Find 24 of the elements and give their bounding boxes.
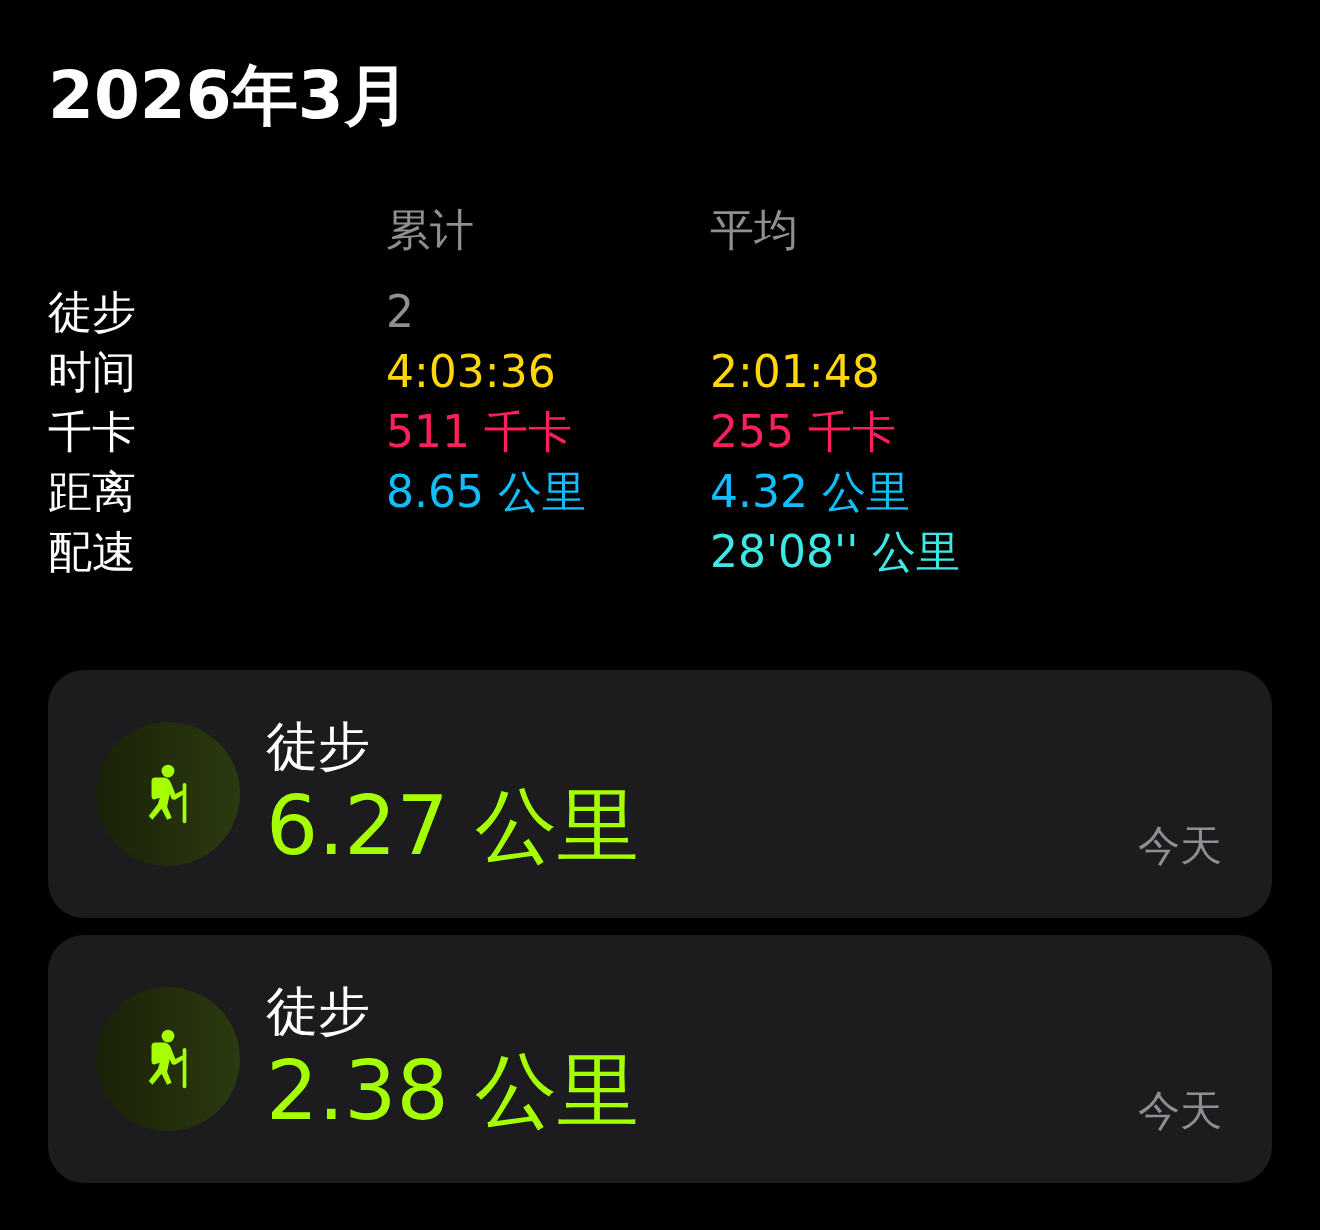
workout-name: 徒步	[266, 715, 370, 778]
stat-label: 距离	[48, 466, 136, 517]
workout-card[interactable]: 徒步 6.27 公里 今天	[48, 670, 1272, 918]
stat-label: 配速	[48, 526, 136, 577]
workout-date: 今天	[1138, 1085, 1222, 1137]
workout-distance: 6.27 公里	[266, 778, 639, 874]
average-value: 4.32 公里	[710, 466, 910, 517]
stat-label: 徒步	[48, 286, 136, 337]
workout-card[interactable]: 徒步 2.38 公里 今天	[48, 935, 1272, 1183]
average-value: 2:01:48	[710, 346, 880, 397]
workout-date: 今天	[1138, 820, 1222, 872]
stat-label: 千卡	[48, 406, 136, 457]
workout-name: 徒步	[266, 980, 370, 1043]
total-value: 511 千卡	[386, 406, 572, 457]
total-value: 4:03:36	[386, 346, 556, 397]
column-header: 累计	[386, 203, 475, 257]
month-title: 2026年3月	[48, 56, 411, 136]
stat-label: 时间	[48, 346, 136, 397]
column-header: 平均	[710, 203, 799, 257]
average-value: 255 千卡	[710, 406, 896, 457]
workout-distance: 2.38 公里	[266, 1043, 639, 1139]
total-value: 2	[386, 286, 414, 337]
total-value: 8.65 公里	[386, 466, 586, 517]
average-value: 28'08'' 公里	[710, 526, 961, 577]
